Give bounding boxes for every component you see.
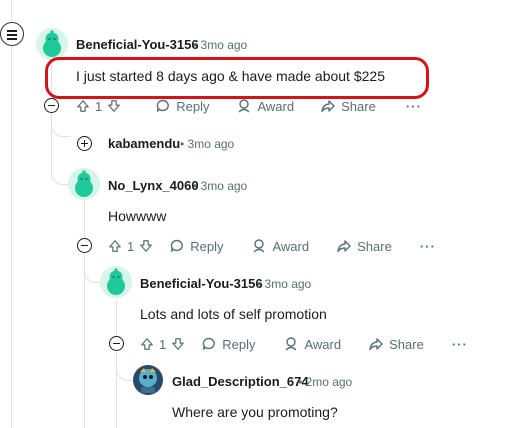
downvote-icon[interactable] — [139, 239, 153, 253]
reply-button[interactable]: Reply — [155, 98, 209, 114]
thread-line — [11, 0, 12, 22]
more-icon[interactable]: ··· — [452, 337, 468, 352]
reply-button[interactable]: Reply — [201, 336, 255, 352]
share-label: Share — [389, 336, 424, 352]
downvote-icon[interactable] — [107, 99, 121, 113]
reply-icon — [201, 336, 217, 352]
comment-body: Howwww — [108, 208, 167, 224]
downvote-icon[interactable] — [171, 337, 185, 351]
timestamp[interactable]: • 3mo ago — [180, 137, 234, 151]
collapse-icon[interactable] — [109, 336, 124, 351]
timestamp[interactable]: • 3mo ago — [257, 277, 311, 291]
thread-line — [11, 46, 12, 428]
timestamp[interactable]: • 3mo ago — [193, 38, 247, 52]
thread-line — [84, 254, 85, 428]
username[interactable]: No_Lynx_4060 — [108, 178, 199, 193]
award-button[interactable]: Award — [236, 98, 294, 114]
avatar[interactable] — [68, 168, 100, 200]
avatar[interactable] — [36, 28, 68, 60]
award-label: Award — [257, 98, 295, 114]
share-label: Share — [357, 238, 392, 254]
reply-label: Reply — [190, 238, 224, 254]
share-button[interactable]: Share — [368, 336, 424, 352]
thread-line — [84, 200, 85, 240]
award-label: Award — [272, 238, 310, 254]
username[interactable]: Beneficial-You-3156 — [76, 37, 199, 52]
thread-line — [116, 300, 117, 338]
highlight-annotation — [45, 57, 429, 99]
comment-body: Lots and lots of self promotion — [140, 306, 327, 322]
avatar[interactable] — [132, 364, 164, 396]
vote-count: 1 — [127, 238, 135, 254]
upvote-icon[interactable] — [76, 99, 90, 113]
award-button[interactable]: Award — [251, 238, 309, 254]
vote-count: 1 — [159, 336, 167, 352]
reply-label: Reply — [222, 336, 256, 352]
collapse-icon[interactable] — [44, 98, 59, 113]
thread-elbow — [51, 118, 70, 137]
comment-actions: 1 Reply Award Share ··· — [108, 236, 436, 256]
more-icon[interactable]: ··· — [406, 99, 422, 114]
avatar[interactable] — [100, 266, 132, 298]
vote-count: 1 — [95, 98, 103, 114]
expand-icon[interactable] — [77, 136, 92, 151]
comment-body: Where are you promoting? — [172, 404, 338, 420]
reply-icon — [155, 98, 171, 114]
share-icon — [368, 336, 384, 352]
timestamp[interactable]: • 3mo ago — [193, 179, 247, 193]
snoo-avatar-icon — [100, 266, 132, 298]
username[interactable]: kabamendu — [108, 136, 180, 151]
award-icon — [236, 98, 252, 114]
collapse-icon[interactable] — [77, 238, 92, 253]
share-button[interactable]: Share — [320, 98, 376, 114]
snoo-avatar-icon — [68, 168, 100, 200]
snoo-avatar-icon — [36, 28, 68, 60]
menu-button[interactable] — [0, 22, 24, 46]
award-button[interactable]: Award — [283, 336, 341, 352]
share-icon — [336, 238, 352, 254]
share-button[interactable]: Share — [336, 238, 392, 254]
award-icon — [283, 336, 299, 352]
username[interactable]: Glad_Description_674 — [172, 374, 309, 389]
reply-button[interactable]: Reply — [169, 238, 223, 254]
share-icon — [320, 98, 336, 114]
share-label: Share — [341, 98, 376, 114]
username[interactable]: Beneficial-You-3156 — [140, 276, 263, 291]
reply-icon — [169, 238, 185, 254]
custom-avatar-icon — [133, 365, 163, 395]
upvote-icon[interactable] — [140, 337, 154, 351]
reply-label: Reply — [176, 98, 210, 114]
comment-actions: 1 Reply Award Share ··· — [76, 96, 422, 116]
upvote-icon[interactable] — [108, 239, 122, 253]
comment-actions: 1 Reply Award Share ··· — [140, 334, 468, 354]
more-icon[interactable]: ··· — [420, 239, 436, 254]
award-icon — [251, 238, 267, 254]
timestamp[interactable]: • 2mo ago — [298, 375, 352, 389]
award-label: Award — [304, 336, 342, 352]
